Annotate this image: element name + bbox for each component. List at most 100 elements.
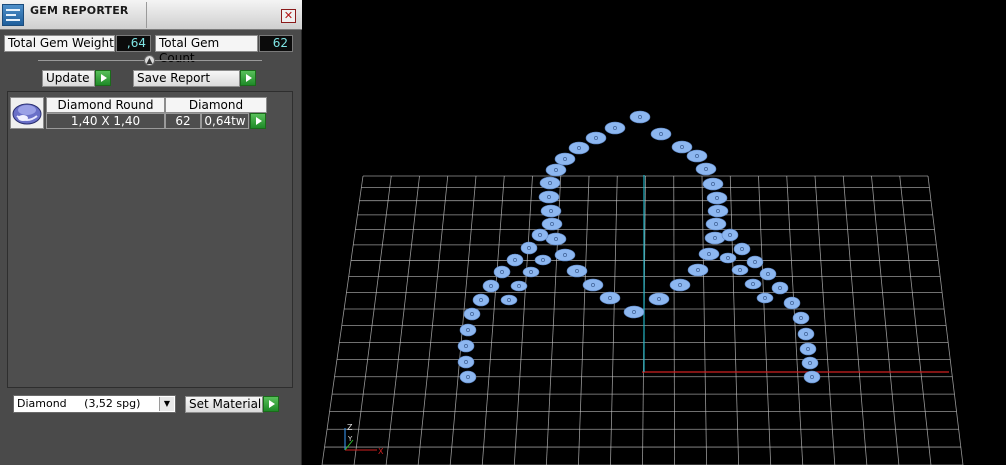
gem[interactable] <box>506 253 524 267</box>
gem-row-play-icon[interactable] <box>250 113 266 129</box>
gem[interactable] <box>534 254 552 266</box>
gem[interactable] <box>705 217 727 231</box>
gem[interactable] <box>771 281 789 295</box>
update-play-icon[interactable] <box>95 70 111 86</box>
gem[interactable] <box>707 204 729 218</box>
gem[interactable] <box>792 311 810 325</box>
gem[interactable] <box>554 248 576 262</box>
gem[interactable] <box>650 127 672 141</box>
gem[interactable] <box>759 267 777 281</box>
gem[interactable] <box>746 255 764 269</box>
collapse-icon[interactable]: ▲ <box>144 55 155 66</box>
grid-line <box>513 175 533 465</box>
gem[interactable] <box>510 280 528 292</box>
total-weight-label: Total Gem Weight <box>4 35 115 52</box>
grid-line <box>758 175 772 465</box>
gem[interactable] <box>801 356 819 370</box>
gem[interactable] <box>566 264 588 278</box>
gem[interactable] <box>783 296 801 310</box>
gem[interactable] <box>695 162 717 176</box>
save-report-play-icon[interactable] <box>240 70 256 86</box>
app-icon <box>2 4 24 26</box>
gem[interactable] <box>698 247 720 261</box>
gem[interactable] <box>671 140 693 154</box>
chevron-down-icon[interactable]: ▼ <box>159 397 174 411</box>
gem[interactable] <box>472 293 490 307</box>
gem[interactable] <box>568 141 590 155</box>
gem[interactable] <box>554 152 576 166</box>
gem[interactable] <box>733 242 751 256</box>
gem[interactable] <box>531 228 549 242</box>
window-title: GEM REPORTER <box>30 4 129 17</box>
gem[interactable] <box>756 292 774 304</box>
gem[interactable] <box>604 121 626 135</box>
grid-line <box>481 175 505 465</box>
gem[interactable] <box>585 131 607 145</box>
grid-line <box>871 175 900 465</box>
gem-size-cell: 1,40 X 1,40 <box>46 113 165 129</box>
gem[interactable] <box>539 176 561 190</box>
gem[interactable] <box>797 327 815 341</box>
gem[interactable] <box>799 342 817 356</box>
material-select[interactable]: Diamond (3,52 spg) ▼ <box>13 395 176 413</box>
gem[interactable] <box>706 191 728 205</box>
gem[interactable] <box>463 307 481 321</box>
gem[interactable] <box>493 265 511 279</box>
material-select-value: Diamond (3,52 spg) <box>17 397 141 410</box>
gem[interactable] <box>459 370 477 384</box>
gem[interactable] <box>599 291 621 305</box>
gem[interactable] <box>459 323 477 337</box>
gem[interactable] <box>623 305 645 319</box>
gem[interactable] <box>702 177 724 191</box>
gem[interactable] <box>629 110 651 124</box>
gem[interactable] <box>687 263 709 277</box>
axis-y-label: Y <box>347 435 353 443</box>
grid-line <box>701 175 707 465</box>
total-count-label: Total Gem Count <box>155 35 258 65</box>
ground-grid <box>321 175 964 465</box>
gem[interactable] <box>686 149 708 163</box>
viewport-canvas: Z Y X <box>321 110 964 465</box>
grid-line <box>417 175 449 465</box>
gem[interactable] <box>520 241 538 255</box>
gem[interactable] <box>500 294 518 306</box>
grid-line <box>449 175 477 465</box>
total-count-value: 62 <box>259 35 293 52</box>
gem[interactable] <box>545 232 567 246</box>
gem[interactable] <box>721 228 739 242</box>
3d-viewport[interactable]: Z Y X <box>303 0 1006 465</box>
gem[interactable] <box>744 278 762 290</box>
set-material-play-icon[interactable] <box>263 396 279 412</box>
gem[interactable] <box>457 355 475 369</box>
grid-line <box>610 175 618 465</box>
gem[interactable] <box>538 190 560 204</box>
gem[interactable] <box>582 278 604 292</box>
gem[interactable] <box>669 278 691 292</box>
total-weight-value: ,64 <box>116 35 151 52</box>
gem[interactable] <box>540 204 562 218</box>
grid-line <box>814 175 836 465</box>
gem[interactable] <box>541 217 563 231</box>
gem-count-cell: 62 <box>165 113 201 129</box>
gem[interactable] <box>803 370 821 384</box>
gem[interactable] <box>648 292 670 306</box>
save-report-button[interactable]: Save Report <box>133 70 240 87</box>
round-diamond-icon[interactable] <box>10 97 44 129</box>
gem[interactable] <box>719 252 737 264</box>
axis-x-label: X <box>378 447 384 456</box>
title-bar: GEM REPORTER ✕ <box>0 0 302 30</box>
gem-cut-header: Diamond Round <box>46 97 165 113</box>
gem[interactable] <box>731 264 749 276</box>
gem-list <box>7 91 293 388</box>
gem[interactable] <box>482 279 500 293</box>
close-icon[interactable]: ✕ <box>281 9 296 23</box>
gem[interactable] <box>457 339 475 353</box>
grid-line <box>899 175 932 465</box>
gem[interactable] <box>522 266 540 278</box>
gem[interactable] <box>545 163 567 177</box>
set-material-button[interactable]: Set Material <box>185 396 263 413</box>
update-button[interactable]: Update <box>42 70 95 87</box>
grid-line <box>927 175 964 465</box>
grid-line <box>729 175 740 465</box>
axis-z-label: Z <box>347 423 353 432</box>
